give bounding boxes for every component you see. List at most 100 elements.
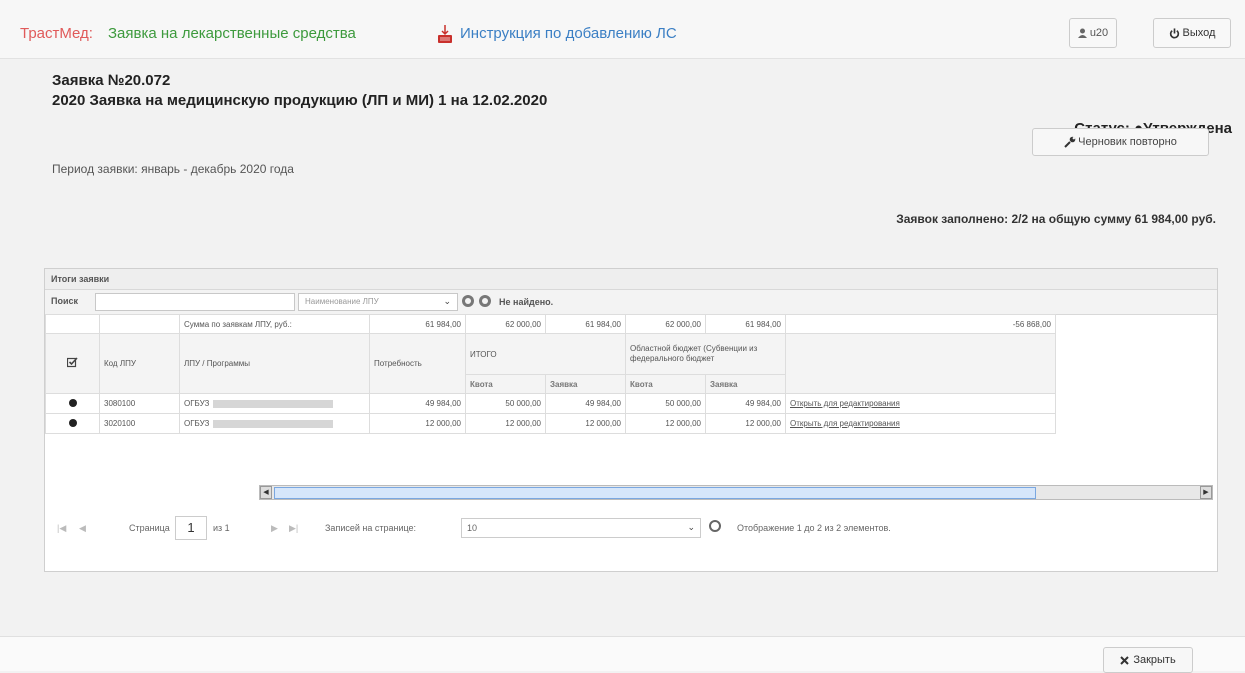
- search-reset-icon[interactable]: [479, 295, 491, 307]
- top-bar: ТрастМед: Заявка на лекарственные средст…: [0, 0, 1245, 59]
- status-dot-icon: [68, 418, 77, 427]
- chevron-down-icon: ⌄: [687, 522, 695, 532]
- status-dot-icon: [68, 398, 77, 407]
- search-input[interactable]: [95, 293, 295, 311]
- header-row: Код ЛПУ ЛПУ / Программы Потребность ИТОГ…: [45, 333, 1056, 394]
- open-edit-link[interactable]: Открыть для редактирования: [790, 419, 900, 428]
- grid-caption-label: Итоги заявки: [51, 274, 110, 284]
- refresh-icon[interactable]: [709, 520, 721, 532]
- last-page-icon[interactable]: ▶|: [289, 523, 298, 534]
- select-all-cell[interactable]: [45, 333, 100, 394]
- request-number: Заявка №20.072: [52, 72, 171, 89]
- col-header-code[interactable]: Код ЛПУ: [99, 333, 180, 394]
- user-button[interactable]: u20: [1069, 18, 1117, 48]
- row-code: 3020100: [99, 413, 180, 434]
- brand-label[interactable]: ТрастМед:: [20, 25, 93, 42]
- close-button[interactable]: Закрыть: [1103, 647, 1193, 673]
- sum-label: Сумма по заявкам ЛПУ, руб.:: [179, 314, 370, 334]
- search-clear-icon[interactable]: [462, 295, 474, 307]
- pager: |◀ ◀ Страница 1 из 1 ▶ ▶| Записей на стр…: [45, 507, 1217, 547]
- app-title[interactable]: Заявка на лекарственные средства: [108, 25, 356, 42]
- row-total-quota: 50 000,00: [465, 393, 546, 414]
- prev-page-icon[interactable]: ◀: [79, 523, 86, 534]
- row-code: 3080100: [99, 393, 180, 414]
- row-need: 12 000,00: [369, 413, 466, 434]
- col-header-action: [785, 333, 1056, 394]
- sum-need: 61 984,00: [369, 314, 466, 334]
- scroll-thumb[interactable]: [274, 487, 1036, 499]
- row-lpu: ОГБУЗ: [179, 413, 370, 434]
- row-need: 49 984,00: [369, 393, 466, 414]
- exit-label: Выход: [1182, 27, 1216, 39]
- col-header-need[interactable]: Потребность: [369, 333, 466, 394]
- redacted-name: [213, 419, 334, 428]
- row-total-order: 49 984,00: [545, 393, 626, 414]
- instruction-link[interactable]: Инструкция по добавлению ЛС: [460, 25, 677, 42]
- footer-bar: Закрыть: [0, 636, 1245, 673]
- sum-row: Сумма по заявкам ЛПУ, руб.: 61 984,00 62…: [45, 314, 1056, 334]
- table-row[interactable]: 3080100 ОГБУЗ 49 984,00 50 000,00 49 984…: [45, 393, 1056, 414]
- row-action-cell: Открыть для редактирования: [785, 393, 1056, 414]
- results-grid: Итоги заявки Поиск Наименование ЛПУ ⌄ Не…: [44, 268, 1218, 572]
- row-reg-quota: 50 000,00: [625, 393, 706, 414]
- power-icon: [1169, 27, 1179, 39]
- checkbox-icon[interactable]: [66, 357, 78, 368]
- row-status-cell: [45, 393, 100, 414]
- scroll-right-icon[interactable]: ▶: [1200, 486, 1212, 499]
- page-input[interactable]: 1: [175, 516, 207, 540]
- draft-again-button[interactable]: Черновик повторно: [1032, 128, 1209, 156]
- row-reg-order: 12 000,00: [705, 413, 786, 434]
- search-result-text: Не найдено.: [499, 297, 554, 307]
- request-title: 2020 Заявка на медицинскую продукцию (ЛП…: [52, 92, 548, 109]
- table-row[interactable]: 3020100 ОГБУЗ 12 000,00 12 000,00 12 000…: [45, 413, 1056, 434]
- sum-total-quota: 62 000,00: [465, 314, 546, 334]
- col-header-regional: Областной бюджет (Субвенции из федеральн…: [625, 333, 786, 375]
- row-lpu-org: ОГБУЗ: [184, 419, 210, 428]
- main-content: Заявка №20.072 2020 Заявка на медицинску…: [38, 62, 1234, 622]
- next-page-icon[interactable]: ▶: [271, 523, 278, 534]
- col-header-total-quota[interactable]: Квота: [465, 374, 546, 394]
- row-total-order: 12 000,00: [545, 413, 626, 434]
- col-header-lpu[interactable]: ЛПУ / Программы: [179, 333, 370, 394]
- draft-again-label: Черновик повторно: [1078, 136, 1177, 148]
- open-edit-link[interactable]: Открыть для редактирования: [790, 399, 900, 408]
- results-table: Сумма по заявкам ЛПУ, руб.: 61 984,00 62…: [45, 314, 1056, 434]
- rows-per-page-value: 10: [467, 523, 478, 533]
- scroll-left-icon[interactable]: ◀: [260, 486, 272, 499]
- pdf-icon[interactable]: [437, 24, 453, 44]
- horizontal-scrollbar[interactable]: ◀ ▶: [259, 485, 1213, 500]
- request-summary: Заявок заполнено: 2/2 на общую сумму 61 …: [896, 212, 1216, 226]
- grid-caption: Итоги заявки: [45, 269, 1217, 290]
- first-page-icon[interactable]: |◀: [57, 523, 66, 534]
- sum-cell-empty: [45, 314, 100, 334]
- col-header-reg-order[interactable]: Заявка: [705, 374, 786, 394]
- row-lpu: ОГБУЗ: [179, 393, 370, 414]
- chevron-down-icon: ⌄: [443, 296, 451, 306]
- lpu-filter-placeholder: Наименование ЛПУ: [305, 297, 379, 306]
- search-toolbar: Поиск Наименование ЛПУ ⌄ Не найдено.: [45, 290, 1217, 315]
- page-of-label: из 1: [213, 523, 230, 533]
- row-reg-quota: 12 000,00: [625, 413, 706, 434]
- row-lpu-org: ОГБУЗ: [184, 399, 210, 408]
- sum-total-order: 61 984,00: [545, 314, 626, 334]
- sum-balance: -56 868,00: [785, 314, 1056, 334]
- wrench-icon: [1064, 136, 1076, 148]
- row-status-cell: [45, 413, 100, 434]
- display-info: Отображение 1 до 2 из 2 элементов.: [737, 523, 891, 533]
- request-period: Период заявки: январь - декабрь 2020 год…: [52, 162, 294, 176]
- lpu-filter-select[interactable]: Наименование ЛПУ ⌄: [298, 293, 458, 311]
- row-total-quota: 12 000,00: [465, 413, 546, 434]
- col-header-total: ИТОГО: [465, 333, 626, 375]
- exit-button[interactable]: Выход: [1153, 18, 1231, 48]
- rows-per-page-select[interactable]: 10 ⌄: [461, 518, 701, 538]
- search-label: Поиск: [51, 296, 79, 306]
- user-label: u20: [1089, 27, 1109, 39]
- row-action-cell: Открыть для редактирования: [785, 413, 1056, 434]
- col-header-reg-quota[interactable]: Квота: [625, 374, 706, 394]
- row-reg-order: 49 984,00: [705, 393, 786, 414]
- sum-cell-empty: [99, 314, 180, 334]
- close-icon: [1120, 655, 1130, 665]
- col-header-total-order[interactable]: Заявка: [545, 374, 626, 394]
- redacted-name: [213, 399, 334, 408]
- rows-per-page-label: Записей на странице:: [325, 523, 417, 533]
